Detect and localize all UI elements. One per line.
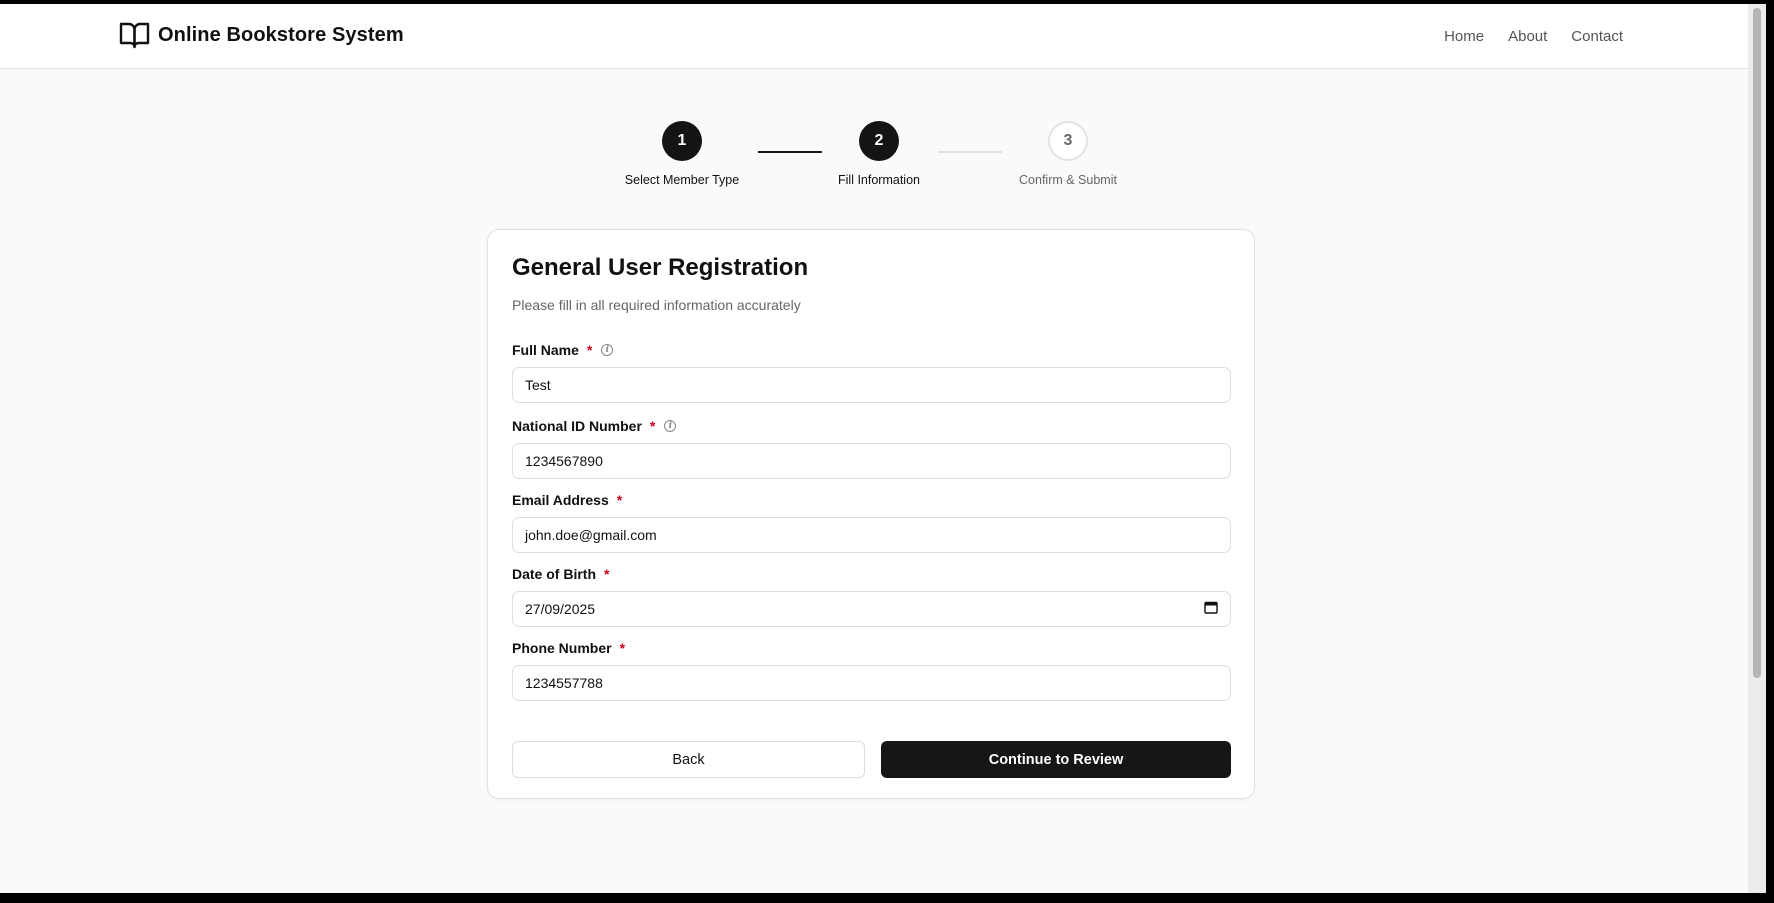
continue-to-review-button[interactable]: Continue to Review <box>881 741 1231 778</box>
scrollbar-thumb[interactable] <box>1753 8 1761 678</box>
date-of-birth-field: Date of Birth * 27/09/2025 <box>512 565 1231 627</box>
national-id-input[interactable]: 1234567890 <box>512 443 1231 479</box>
progress-stepper: 1 Select Member Type 2 Fill Information … <box>0 4 1748 204</box>
field-label: National ID Number * i <box>512 417 1231 435</box>
required-asterisk: * <box>586 342 593 358</box>
full-name-input[interactable]: Test <box>512 367 1231 403</box>
field-label: Date of Birth * <box>512 566 610 582</box>
step-label: Fill Information <box>838 173 920 187</box>
step-label: Select Member Type <box>624 173 740 187</box>
phone-number-field: Phone Number * 1234557788 <box>512 639 1231 701</box>
browser-viewport: Online Bookstore System Home About Conta… <box>0 4 1748 893</box>
step-fill-information: 2 Fill Information <box>789 121 969 187</box>
email-input[interactable]: john.doe@gmail.com <box>512 517 1231 553</box>
step-label: Confirm & Submit <box>1019 173 1117 187</box>
step-select-member-type: 1 Select Member Type <box>592 121 772 187</box>
info-circle-icon[interactable]: i <box>664 420 677 432</box>
step-number: 2 <box>859 121 899 161</box>
form-title: General User Registration <box>512 254 809 281</box>
email-field: Email Address * john.doe@gmail.com <box>512 491 1231 553</box>
step-number: 1 <box>662 121 702 161</box>
vertical-scrollbar[interactable] <box>1748 4 1766 893</box>
step-confirm-submit: 3 Confirm & Submit <box>978 121 1158 187</box>
registration-card: General User Registration Please fill in… <box>487 229 1255 799</box>
required-asterisk: * <box>619 640 626 656</box>
calendar-icon[interactable] <box>1204 601 1218 617</box>
field-label: Phone Number * <box>512 640 626 656</box>
field-label: Email Address * <box>512 492 623 508</box>
date-of-birth-input[interactable]: 27/09/2025 <box>512 591 1231 627</box>
full-name-field: Full Name * i Test <box>512 341 1231 403</box>
back-button[interactable]: Back <box>512 741 865 778</box>
info-circle-icon[interactable]: i <box>601 344 614 356</box>
phone-number-input[interactable]: 1234557788 <box>512 665 1231 701</box>
form-subtitle: Please fill in all required information … <box>512 297 801 313</box>
required-asterisk: * <box>649 418 656 434</box>
national-id-field: National ID Number * i 1234567890 <box>512 417 1231 479</box>
required-asterisk: * <box>616 492 623 508</box>
step-number: 3 <box>1048 121 1088 161</box>
required-asterisk: * <box>604 566 610 582</box>
field-label: Full Name * i <box>512 341 1231 359</box>
